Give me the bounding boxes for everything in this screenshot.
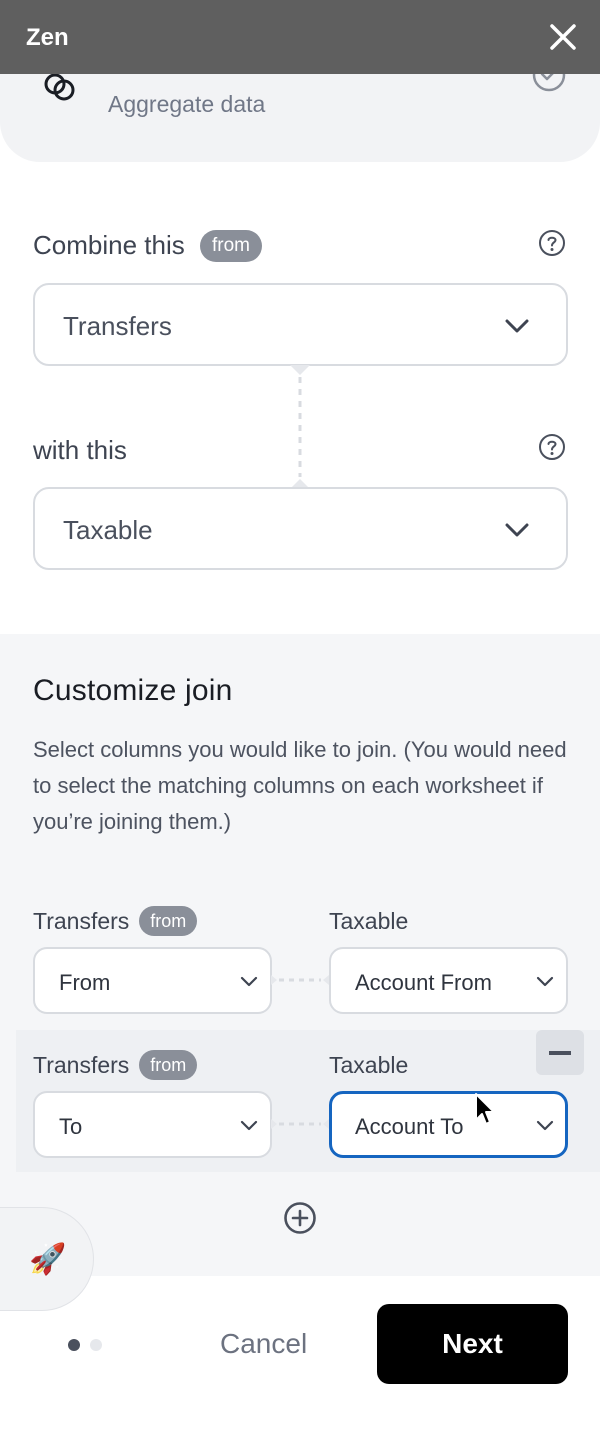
left-column-select[interactable]: To	[33, 1091, 272, 1158]
right-column-value: Account To	[355, 1114, 464, 1139]
footer: Cancel Next	[0, 1276, 600, 1436]
left-table-name: Transfers	[33, 908, 130, 934]
chevron-down-icon	[505, 319, 529, 333]
right-table-name: Taxable	[329, 1052, 409, 1078]
with-this-select-value: Taxable	[63, 515, 153, 545]
chevron-down-icon	[240, 1120, 258, 1131]
help-icon[interactable]	[538, 229, 566, 257]
link-rings-icon	[44, 73, 75, 101]
section-description: Select columns you would like to join. (…	[33, 737, 567, 834]
title-bar: Zen	[0, 0, 600, 74]
left-column-value: From	[59, 970, 111, 995]
remove-row-button[interactable]	[536, 1030, 584, 1075]
from-badge: from	[199, 230, 262, 262]
cancel-button[interactable]: Cancel	[220, 1328, 307, 1360]
with-this-select[interactable]: Taxable	[33, 487, 568, 570]
from-badge: from	[139, 1050, 198, 1080]
right-column-value: Account From	[355, 970, 492, 995]
combine-label: Combine this	[33, 230, 185, 260]
join-row-left-label: Transfers from	[33, 1050, 198, 1080]
add-row-icon[interactable]	[283, 1201, 317, 1235]
chevron-down-icon	[536, 1120, 554, 1131]
close-icon[interactable]	[548, 22, 578, 52]
combine-select-value: Transfers	[63, 311, 172, 341]
help-icon[interactable]	[538, 433, 566, 461]
left-column-value: To	[59, 1114, 83, 1139]
section-title: Customize join	[33, 674, 233, 707]
combine-select[interactable]: Transfers	[33, 283, 568, 366]
with-this-label: with this	[33, 435, 127, 465]
right-table-name: Taxable	[329, 908, 409, 934]
left-table-name: Transfers	[33, 1052, 130, 1078]
minus-icon	[549, 1051, 571, 1055]
chevron-down-icon	[536, 976, 554, 987]
mouse-cursor-icon	[475, 1093, 495, 1125]
row-connector	[271, 975, 329, 985]
right-column-select[interactable]: Account From	[329, 947, 568, 1014]
from-badge: from	[139, 906, 198, 936]
join-row-left-label: Transfers from	[33, 906, 198, 936]
chevron-down-icon	[240, 976, 258, 987]
app-title: Zen	[26, 24, 69, 51]
pagination-dots	[68, 1338, 112, 1356]
left-column-select[interactable]: From	[33, 947, 272, 1014]
chevron-down-icon	[505, 523, 529, 537]
page-dot	[90, 1339, 102, 1351]
page-dot-active	[68, 1339, 80, 1351]
row-connector	[271, 1119, 329, 1129]
combine-label-row: Combine this from	[33, 230, 262, 262]
customize-join-section: Customize join Select columns you would …	[0, 634, 600, 1276]
right-column-select[interactable]: Account To	[329, 1091, 568, 1158]
join-connector	[290, 365, 310, 489]
rocket-icon: 🚀	[29, 1243, 67, 1276]
aggregate-label: Aggregate data	[108, 91, 266, 117]
next-button[interactable]: Next	[377, 1304, 568, 1384]
